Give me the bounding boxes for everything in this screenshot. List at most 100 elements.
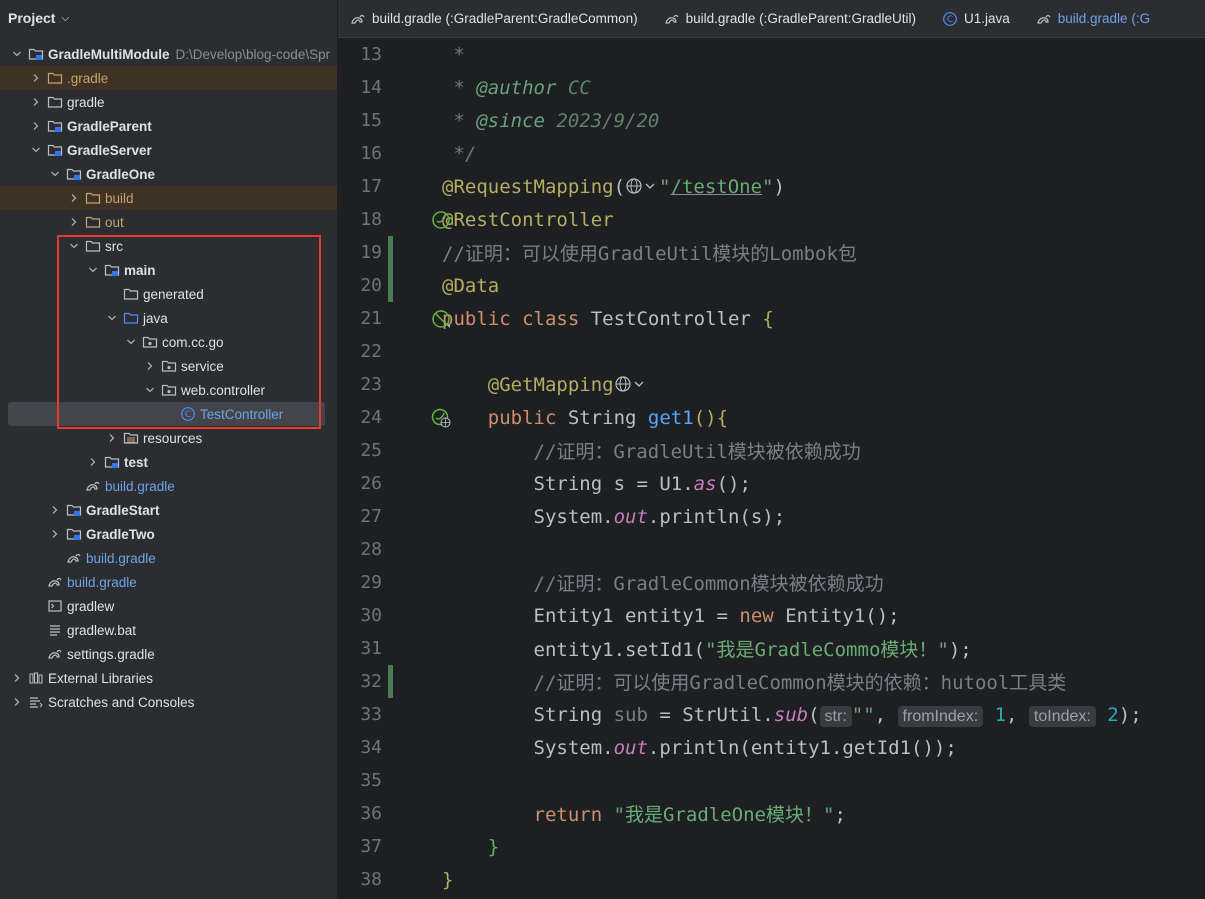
code-line[interactable]: 17 @RequestMapping("/testOne") <box>338 170 1205 203</box>
code-line[interactable]: 25 //证明：GradleUtil模块被依赖成功 <box>338 434 1205 467</box>
code-line[interactable]: 18 @RestController <box>338 203 1205 236</box>
code-line[interactable]: 13 * <box>338 38 1205 71</box>
chevron-down-icon[interactable] <box>143 383 157 397</box>
tree-item-scratches-and-consoles[interactable]: Scratches and Consoles <box>0 690 337 714</box>
code-token: ( <box>613 175 626 198</box>
chevron-down-icon[interactable] <box>29 143 43 157</box>
code-line[interactable]: 14 * @author CC <box>338 71 1205 104</box>
editor-tab[interactable]: build.gradle (:G <box>1024 0 1164 37</box>
chevron-right-icon[interactable] <box>67 215 81 229</box>
tree-item-gradlew-bat[interactable]: gradlew.bat <box>0 618 337 642</box>
code-line[interactable]: 33 String sub = StrUtil.sub(str: "", from… <box>338 698 1205 731</box>
code-token: get1 <box>647 406 694 429</box>
tree-item-generated[interactable]: generated <box>0 282 337 306</box>
line-number: 31 <box>360 638 382 659</box>
chevron-down-icon[interactable] <box>10 47 24 61</box>
chevron-down-icon[interactable] <box>48 167 62 181</box>
tree-item-build[interactable]: build <box>0 186 337 210</box>
code-line[interactable]: 38} <box>338 863 1205 896</box>
code-line[interactable]: 30 Entity1 entity1 = new Entity1(); <box>338 599 1205 632</box>
gutter <box>382 203 450 236</box>
tree-item-build-gradle[interactable]: build.gradle <box>0 474 337 498</box>
bean-off-icon[interactable] <box>430 308 452 330</box>
code-editor[interactable]: 13 * 14 * @author CC 15 * @since 2023/9/20… <box>338 38 1205 899</box>
tree-item-java[interactable]: java <box>0 306 337 330</box>
line-number: 34 <box>360 737 382 758</box>
tree-item-gradleparent[interactable]: GradleParent <box>0 114 337 138</box>
bean-icon[interactable] <box>430 209 452 231</box>
chevron-right-icon[interactable] <box>10 695 24 709</box>
code-line[interactable]: 24 public String get1(){ <box>338 401 1205 434</box>
tree-item-test[interactable]: test <box>0 450 337 474</box>
tree-item-build-gradle[interactable]: build.gradle <box>0 570 337 594</box>
code-line[interactable]: 26 String s = U1.as(); <box>338 467 1205 500</box>
code-line[interactable]: 37 } <box>338 830 1205 863</box>
code-line[interactable]: 23 @GetMapping <box>338 368 1205 401</box>
vcs-change-marker[interactable] <box>388 665 393 698</box>
globe-icon[interactable] <box>614 374 648 396</box>
chevron-right-icon[interactable] <box>86 455 100 469</box>
tree-item-gradle[interactable]: gradle <box>0 90 337 114</box>
tree-item-resources[interactable]: resources <box>0 426 337 450</box>
tree-item-com-cc-go[interactable]: com.cc.go <box>0 330 337 354</box>
code-line[interactable]: 32 //证明：可以使用GradleCommon模块的依赖：hutool工具类 <box>338 665 1205 698</box>
tree-item-web-controller[interactable]: web.controller <box>0 378 337 402</box>
chevron-right-icon[interactable] <box>29 119 43 133</box>
chevron-right-icon[interactable] <box>105 431 119 445</box>
chevron-down-icon[interactable] <box>105 311 119 325</box>
source-folder-icon <box>123 310 139 326</box>
tree-item-out[interactable]: out <box>0 210 337 234</box>
code-line[interactable]: 19 //证明：可以使用GradleUtil模块的Lombok包 <box>338 236 1205 269</box>
code-line[interactable]: 21 public class TestController { <box>338 302 1205 335</box>
tree-item-build-gradle[interactable]: build.gradle <box>0 546 337 570</box>
editor-tab[interactable]: C U1.java <box>930 0 1024 37</box>
tree-item-gradlemultimodule[interactable]: GradleMultiModule D:\Develop\blog-code\Sp… <box>0 42 337 66</box>
tree-item-gradleone[interactable]: GradleOne <box>0 162 337 186</box>
code-line[interactable]: 29 //证明：GradleCommon模块被依赖成功 <box>338 566 1205 599</box>
chevron-down-icon[interactable]: ⌵ <box>61 13 69 24</box>
tree-item-external-libraries[interactable]: External Libraries <box>0 666 337 690</box>
tree-item-gradlew[interactable]: gradlew <box>0 594 337 618</box>
tree-item-src[interactable]: src <box>0 234 337 258</box>
chevron-right-icon[interactable] <box>67 191 81 205</box>
chevron-right-icon[interactable] <box>29 95 43 109</box>
vcs-change-marker[interactable] <box>388 269 393 302</box>
chevron-right-icon[interactable] <box>48 503 62 517</box>
tree-item-testcontroller[interactable]: C TestController <box>8 402 325 426</box>
tree-item-settings-gradle[interactable]: settings.gradle <box>0 642 337 666</box>
tree-item-gradletwo[interactable]: GradleTwo <box>0 522 337 546</box>
parameter-hint: toIndex: <box>1028 705 1096 727</box>
chevron-down-icon[interactable] <box>124 335 138 349</box>
chevron-right-icon[interactable] <box>10 671 24 685</box>
endpoint-icon[interactable] <box>430 407 452 429</box>
code-line[interactable]: 28 <box>338 533 1205 566</box>
code-line[interactable]: 31 entity1.setId1("我是GradleCommo模块！"); <box>338 632 1205 665</box>
globe-icon[interactable] <box>625 176 659 198</box>
code-line[interactable]: 16 */ <box>338 137 1205 170</box>
chevron-down-icon[interactable] <box>86 263 100 277</box>
gutter <box>382 632 442 665</box>
chevron-right-icon[interactable] <box>48 527 62 541</box>
tree-item-gradleserver[interactable]: GradleServer <box>0 138 337 162</box>
code-line[interactable]: 22 <box>338 335 1205 368</box>
chevron-right-icon[interactable] <box>29 71 43 85</box>
code-line[interactable]: 35 <box>338 764 1205 797</box>
project-view-selector[interactable]: Project ⌵ <box>0 0 337 36</box>
line-number: 32 <box>360 671 382 692</box>
code-line[interactable]: 27 System.out.println(s); <box>338 500 1205 533</box>
code-line[interactable]: 36 return "我是GradleOne模块！"; <box>338 797 1205 830</box>
code-line[interactable]: 15 * @since 2023/9/20 <box>338 104 1205 137</box>
editor-tab[interactable]: build.gradle (:GradleParent:GradleUtil) <box>652 0 930 37</box>
code-line[interactable]: 20 @Data <box>338 269 1205 302</box>
tree-item-main[interactable]: main <box>0 258 337 282</box>
chevron-right-icon[interactable] <box>143 359 157 373</box>
tree-item-service[interactable]: service <box>0 354 337 378</box>
tree-item-gradle[interactable]: .gradle <box>0 66 337 90</box>
vcs-change-marker[interactable] <box>388 236 393 269</box>
chevron-down-icon[interactable] <box>67 239 81 253</box>
editor-tab[interactable]: build.gradle (:GradleParent:GradleCommon… <box>338 0 652 37</box>
tree-item-gradlestart[interactable]: GradleStart <box>0 498 337 522</box>
code-line[interactable]: 34 System.out.println(entity1.getId1()); <box>338 731 1205 764</box>
